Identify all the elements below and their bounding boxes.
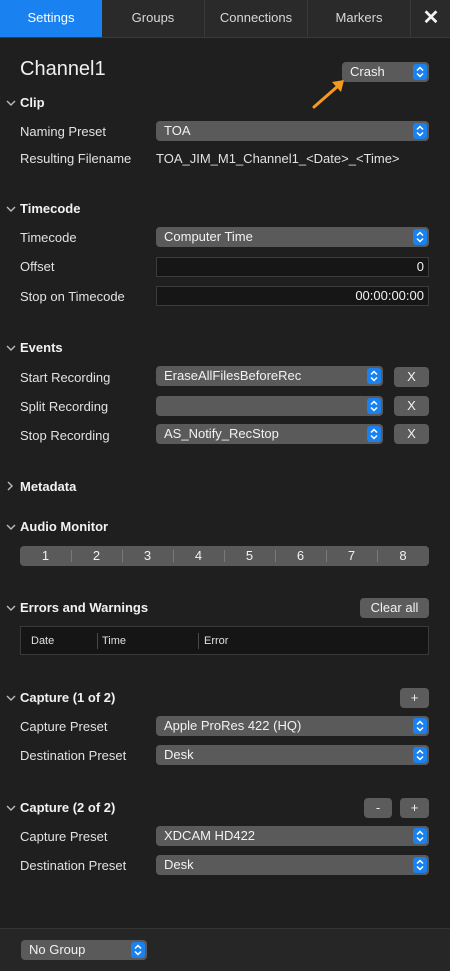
column-header-error[interactable]: Error (204, 627, 228, 655)
timecode-value: Computer Time (164, 229, 253, 244)
audio-channel-5[interactable]: 5 (224, 546, 275, 566)
audio-channel-2[interactable]: 2 (71, 546, 122, 566)
column-header-time[interactable]: Time (102, 627, 126, 655)
timecode-label: Timecode (20, 230, 77, 245)
section-audio-monitor-heading: Audio Monitor (20, 519, 109, 534)
clear-stop-recording-button[interactable]: X (394, 424, 429, 444)
tab-markers[interactable]: Markers (308, 0, 410, 37)
stepper-icon (413, 64, 427, 80)
tab-settings[interactable]: Settings (0, 0, 102, 37)
clear-all-button[interactable]: Clear all (360, 598, 429, 618)
destination-preset-value: Desk (164, 747, 194, 762)
tab-groups[interactable]: Groups (102, 0, 204, 37)
close-icon[interactable]: ✕ (418, 0, 444, 37)
channel-preset-select[interactable]: Crash (342, 62, 429, 82)
resulting-filename-value: TOA_JIM_M1_Channel1_<Date>_<Time> (156, 151, 400, 166)
naming-preset-label: Naming Preset (20, 124, 106, 139)
start-recording-label: Start Recording (20, 370, 111, 385)
destination-preset-label: Destination Preset (20, 858, 127, 873)
audio-channel-1[interactable]: 1 (20, 546, 71, 566)
start-recording-select[interactable]: EraseAllFilesBeforeRec (156, 366, 383, 386)
audio-channel-7[interactable]: 7 (326, 546, 377, 566)
split-recording-label: Split Recording (20, 399, 109, 414)
stepper-icon (367, 368, 381, 384)
capture-preset-label: Capture Preset (20, 719, 108, 734)
stepper-icon (413, 828, 427, 844)
section-capture-1-heading: Capture (1 of 2) (20, 690, 116, 705)
audio-channel-3[interactable]: 3 (122, 546, 173, 566)
audio-channel-8[interactable]: 8 (377, 546, 429, 566)
tab-connections[interactable]: Connections (205, 0, 307, 37)
section-events-heading: Events (20, 340, 63, 355)
capture-preset-value: XDCAM HD422 (164, 828, 256, 843)
errors-table: Date Time Error (20, 626, 429, 655)
destination-preset-value: Desk (164, 857, 194, 872)
chevron-down-icon[interactable] (6, 522, 16, 532)
destination-preset-label: Destination Preset (20, 748, 127, 763)
stepper-icon (413, 718, 427, 734)
stepper-icon (367, 426, 381, 442)
channel-title: Channel1 (20, 58, 106, 80)
chevron-down-icon[interactable] (6, 603, 16, 613)
stepper-icon (413, 857, 427, 873)
column-divider (198, 633, 199, 649)
chevron-down-icon[interactable] (6, 204, 16, 214)
audio-channel-selector[interactable]: 1 2 3 4 5 6 7 8 (20, 546, 429, 566)
naming-preset-value: TOA (164, 123, 191, 138)
stop-recording-select[interactable]: AS_Notify_RecStop (156, 424, 383, 444)
group-select-value: No Group (29, 942, 86, 957)
tab-bar: Settings Groups Connections Markers ✕ (0, 0, 450, 38)
column-header-date[interactable]: Date (31, 627, 54, 655)
destination-preset-select[interactable]: Desk (156, 855, 429, 875)
section-capture-2-heading: Capture (2 of 2) (20, 800, 116, 815)
start-recording-value: EraseAllFilesBeforeRec (164, 368, 302, 383)
stop-on-timecode-label: Stop on Timecode (20, 289, 125, 304)
stepper-icon (413, 747, 427, 763)
naming-preset-select[interactable]: TOA (156, 121, 429, 141)
add-capture-button[interactable]: + (400, 688, 429, 708)
stop-recording-label: Stop Recording (20, 428, 110, 443)
audio-channel-4[interactable]: 4 (173, 546, 224, 566)
stop-on-timecode-field[interactable]: 00:00:00:00 (156, 286, 429, 306)
timecode-select[interactable]: Computer Time (156, 227, 429, 247)
section-metadata-heading[interactable]: Metadata (20, 479, 76, 494)
chevron-right-icon[interactable] (5, 481, 15, 491)
stepper-icon (413, 229, 427, 245)
stepper-icon (367, 398, 381, 414)
capture-preset-select[interactable]: XDCAM HD422 (156, 826, 429, 846)
capture-preset-value: Apple ProRes 422 (HQ) (164, 718, 302, 733)
chevron-down-icon[interactable] (6, 98, 16, 108)
offset-field[interactable]: 0 (156, 257, 429, 277)
capture-preset-label: Capture Preset (20, 829, 108, 844)
capture-preset-select[interactable]: Apple ProRes 422 (HQ) (156, 716, 429, 736)
section-timecode-heading: Timecode (20, 201, 81, 216)
chevron-down-icon[interactable] (6, 803, 16, 813)
destination-preset-select[interactable]: Desk (156, 745, 429, 765)
stop-recording-value: AS_Notify_RecStop (164, 426, 279, 441)
tab-divider (410, 0, 411, 37)
chevron-down-icon[interactable] (6, 693, 16, 703)
group-select[interactable]: No Group (21, 940, 147, 960)
add-capture-button[interactable]: + (400, 798, 429, 818)
section-clip-heading: Clip (20, 95, 45, 110)
stepper-icon (131, 942, 145, 958)
stepper-icon (413, 123, 427, 139)
arrow-annotation-icon (312, 80, 344, 109)
chevron-down-icon[interactable] (6, 343, 16, 353)
clear-start-recording-button[interactable]: X (394, 367, 429, 387)
column-divider (97, 633, 98, 649)
offset-label: Offset (20, 259, 55, 274)
clear-split-recording-button[interactable]: X (394, 396, 429, 416)
remove-capture-button[interactable]: - (364, 798, 392, 818)
section-errors-heading: Errors and Warnings (20, 600, 149, 615)
channel-preset-value: Crash (350, 64, 385, 79)
split-recording-select[interactable] (156, 396, 383, 416)
resulting-filename-label: Resulting Filename (20, 151, 132, 166)
audio-channel-6[interactable]: 6 (275, 546, 326, 566)
